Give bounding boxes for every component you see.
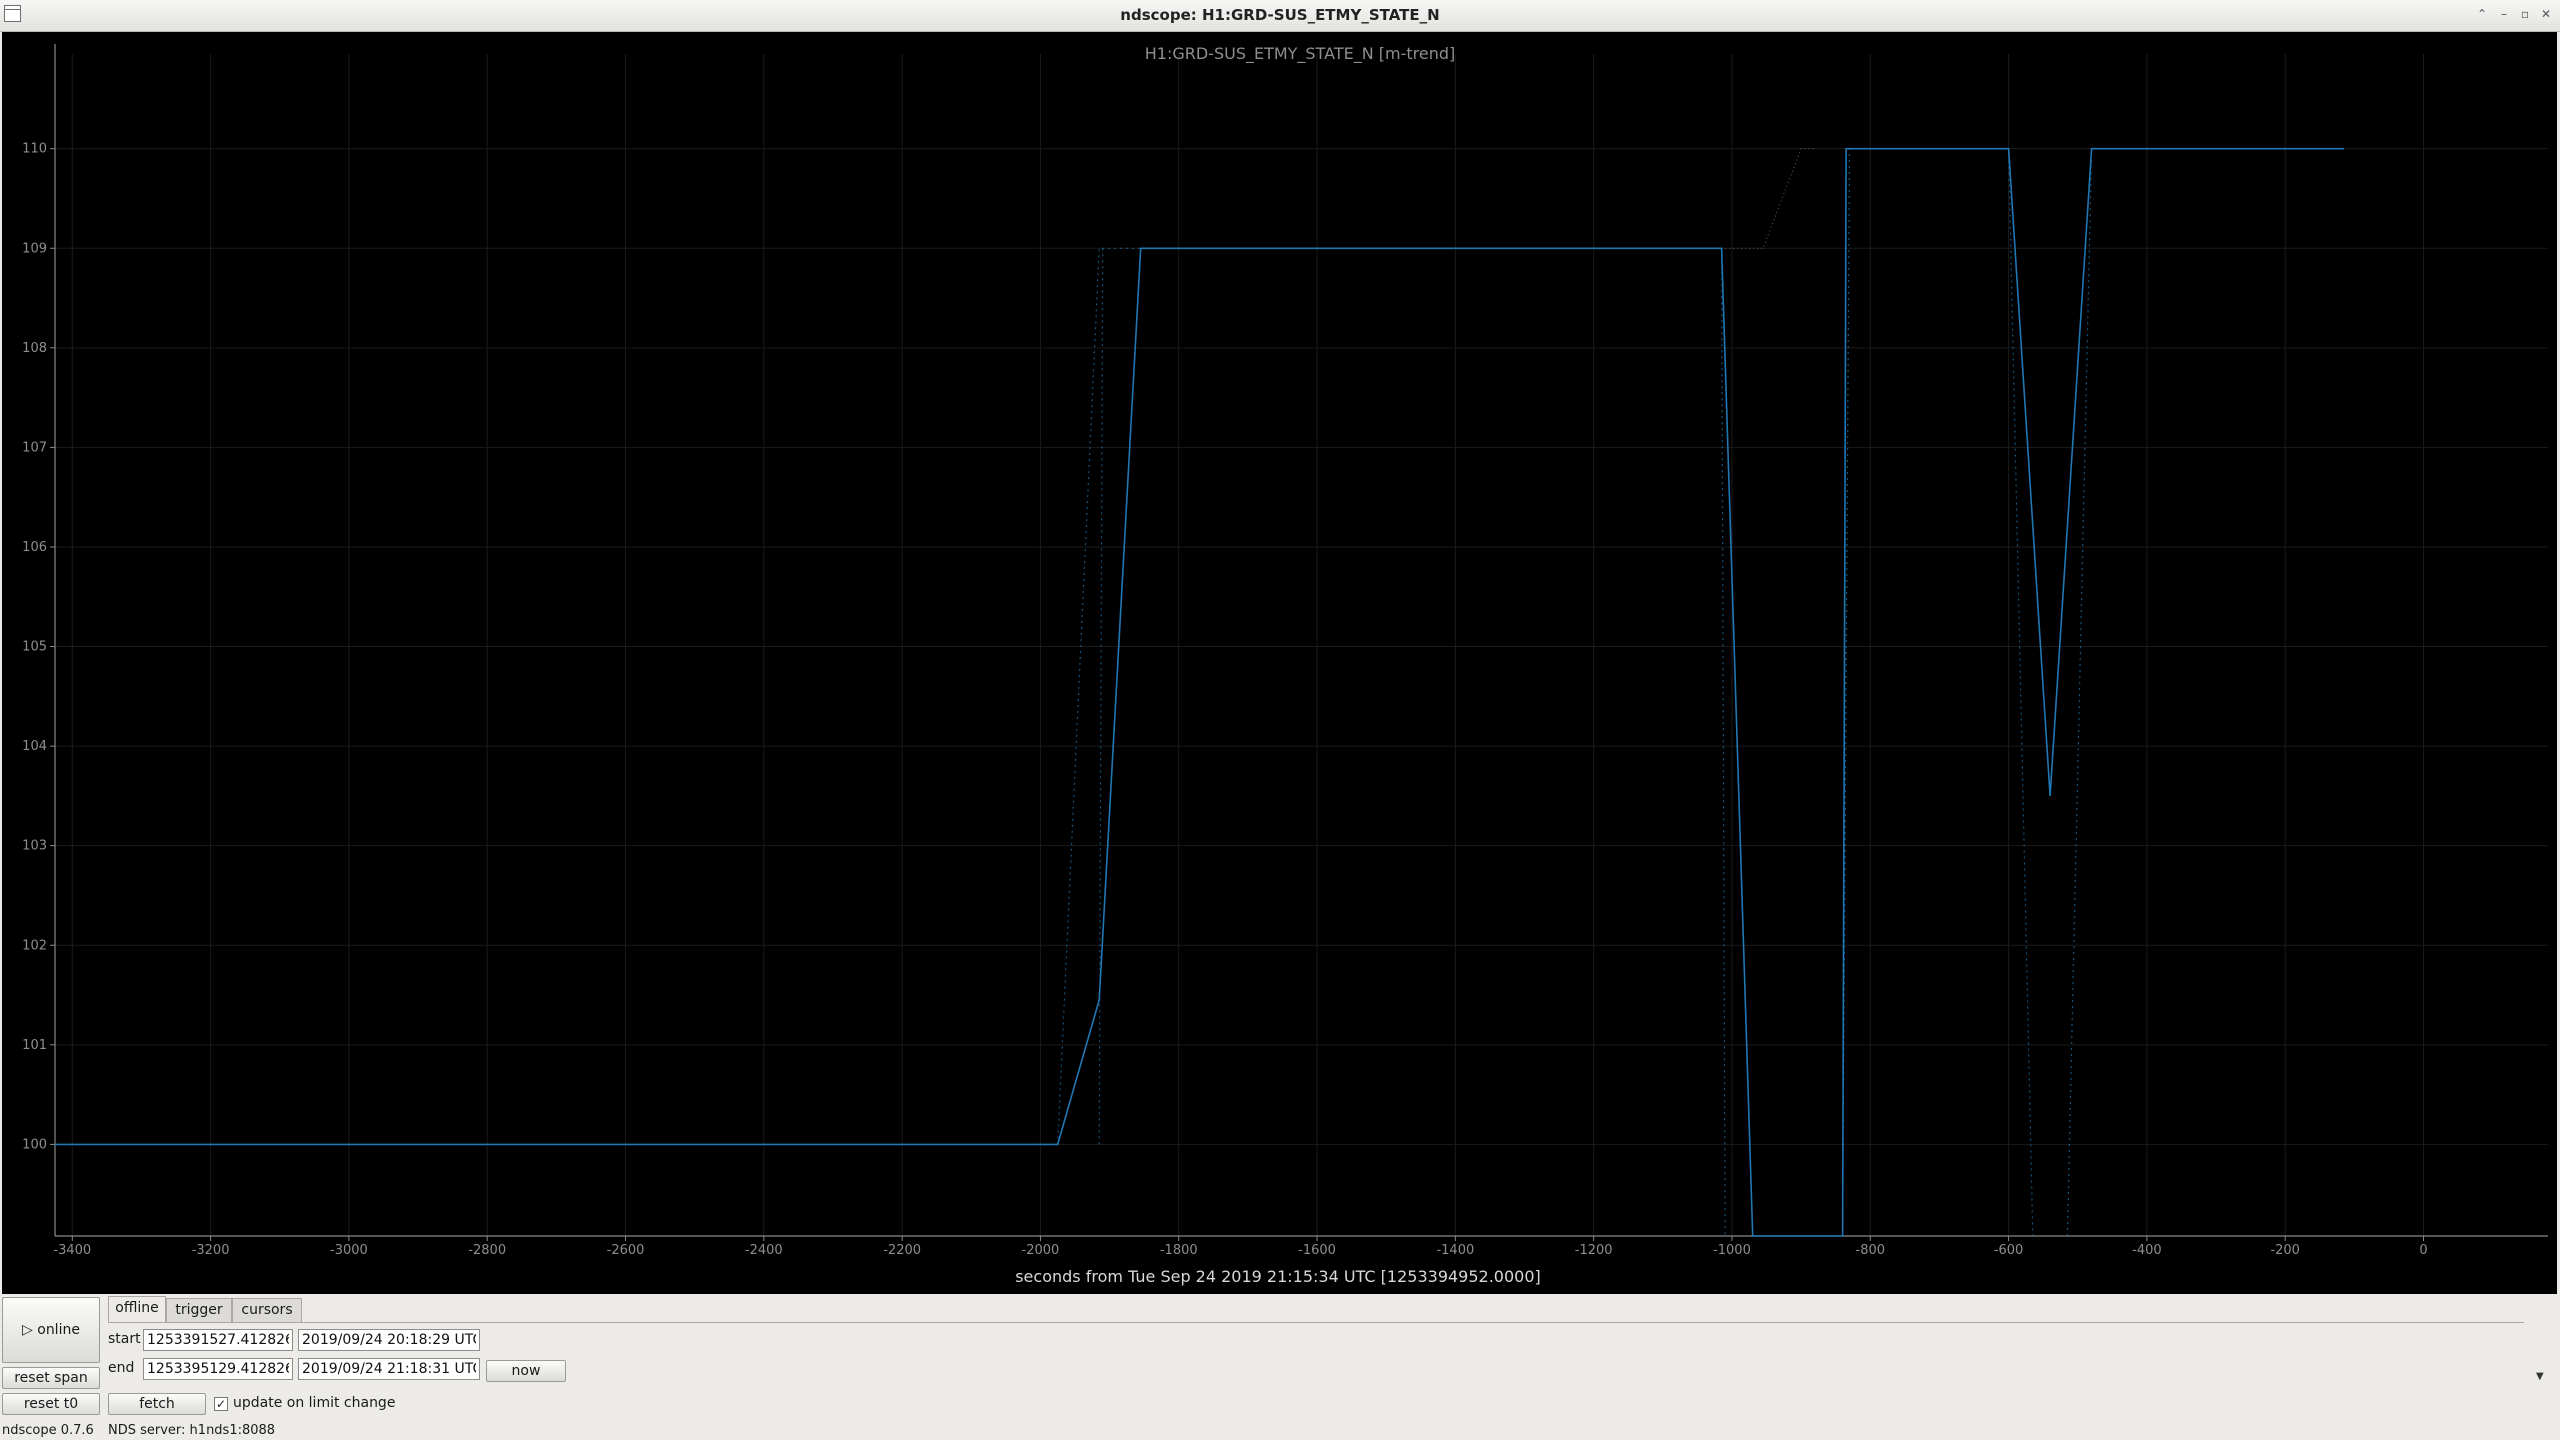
- plot-canvas[interactable]: -3400 -3200 -3000 -2800 -2600 -2400 -2200 -2000…: [2, 32, 2557, 1294]
- y-tick-label: 104: [22, 739, 47, 754]
- x-tick-label: -400: [2132, 1243, 2162, 1258]
- series-line-mean: [55, 147, 2344, 1237]
- x-tick-label: -3200: [192, 1243, 230, 1258]
- plot-title: H1:GRD-SUS_ETMY_STATE_N [m-trend]: [1145, 44, 1456, 64]
- update-on-limit-change-checkbox[interactable]: ✓: [214, 1397, 228, 1411]
- x-tick-label: -2600: [607, 1243, 645, 1258]
- minimize-icon[interactable]: –: [2496, 6, 2512, 22]
- y-tick-label: 100: [22, 1137, 47, 1152]
- plot-axes: -3400 -3200 -3000 -2800 -2600 -2400 -2200 -2000…: [22, 44, 2548, 1258]
- tab-trigger[interactable]: trigger: [166, 1298, 232, 1322]
- maximize-icon[interactable]: ▫: [2517, 6, 2533, 22]
- y-tick-label: 109: [22, 241, 47, 256]
- x-tick-label: -2000: [1022, 1243, 1060, 1258]
- y-tick-label: 103: [22, 839, 47, 854]
- start-utc-input[interactable]: [298, 1329, 480, 1351]
- series-line-white: [1725, 148, 1815, 249]
- x-tick-label: -2800: [468, 1243, 506, 1258]
- plot-grid: [55, 54, 2548, 1236]
- end-gps-input[interactable]: [143, 1358, 293, 1380]
- y-tick-label: 105: [22, 640, 47, 655]
- x-tick-label: -2200: [883, 1243, 921, 1258]
- tab-offline[interactable]: offline: [108, 1296, 166, 1322]
- y-tick-label: 106: [22, 540, 47, 555]
- x-tick-label: -800: [1856, 1243, 1886, 1258]
- x-tick-label: -1000: [1713, 1243, 1751, 1258]
- x-tick-label: 0: [2419, 1243, 2427, 1258]
- series-line-minmax: [1098, 248, 1104, 1145]
- update-on-limit-change-label: update on limit change: [233, 1395, 396, 1411]
- x-tick-label: -1600: [1298, 1243, 1336, 1258]
- start-gps-input[interactable]: [143, 1329, 293, 1351]
- y-tick-label: 108: [22, 341, 47, 356]
- x-tick-label: -200: [2270, 1243, 2300, 1258]
- version-status: ndscope 0.7.6: [2, 1423, 94, 1438]
- up-arrow-icon[interactable]: ⌃: [2474, 6, 2490, 22]
- reset-t0-button[interactable]: reset t0: [2, 1393, 100, 1415]
- x-tick-label: -2400: [745, 1243, 783, 1258]
- end-utc-input[interactable]: [298, 1358, 480, 1380]
- fetch-button[interactable]: fetch: [108, 1393, 206, 1415]
- y-tick-label: 102: [22, 938, 47, 953]
- x-tick-label: -1200: [1575, 1243, 1613, 1258]
- plot-area[interactable]: -3400 -3200 -3000 -2800 -2600 -2400 -2200 -2000…: [2, 32, 2557, 1294]
- server-status: NDS server: h1nds1:8088: [108, 1423, 276, 1438]
- start-label: start: [108, 1331, 141, 1347]
- close-icon[interactable]: ✕: [2538, 6, 2554, 22]
- reset-span-button[interactable]: reset span: [2, 1367, 100, 1389]
- x-axis-label: seconds from Tue Sep 24 2019 21:15:34 UT…: [1015, 1267, 1541, 1286]
- window-titlebar[interactable]: ndscope: H1:GRD-SUS_ETMY_STATE_N ⌃ – ▫ ✕: [0, 0, 2560, 32]
- x-tick-label: -1400: [1436, 1243, 1474, 1258]
- x-tick-label: -3000: [330, 1243, 368, 1258]
- y-tick-label: 107: [22, 440, 47, 455]
- tab-cursors[interactable]: cursors: [232, 1298, 302, 1322]
- y-tick-label: 101: [22, 1038, 47, 1053]
- plot-series: [55, 147, 2344, 1237]
- chevron-down-icon[interactable]: ▼: [2536, 1371, 2544, 1382]
- series-line-minmax: [1057, 247, 1141, 1145]
- series-line-minmax: [2008, 148, 2034, 1237]
- tab-divider: [108, 1322, 2524, 1323]
- x-tick-label: -600: [1994, 1243, 2024, 1258]
- now-button[interactable]: now: [486, 1360, 566, 1382]
- series-line-minmax: [2066, 148, 2093, 1237]
- y-tick-label: 110: [22, 142, 47, 157]
- end-label: end: [108, 1360, 135, 1376]
- series-line-minmax: [1720, 248, 1726, 1237]
- window-title: ndscope: H1:GRD-SUS_ETMY_STATE_N: [1120, 6, 1440, 24]
- online-button[interactable]: ▷ online: [2, 1297, 100, 1363]
- control-panel: ▷ online reset span reset t0 offline tri…: [0, 1295, 2560, 1440]
- x-tick-label: -1800: [1160, 1243, 1198, 1258]
- x-tick-label: -3400: [53, 1243, 91, 1258]
